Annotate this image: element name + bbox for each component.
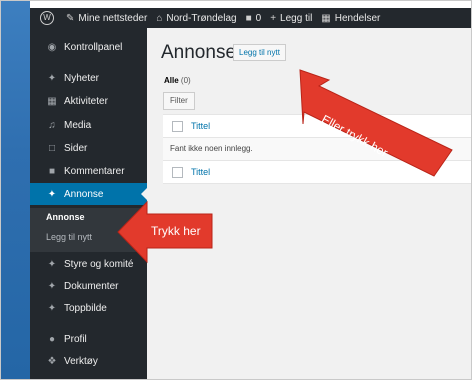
- screenshot-border: [0, 0, 472, 380]
